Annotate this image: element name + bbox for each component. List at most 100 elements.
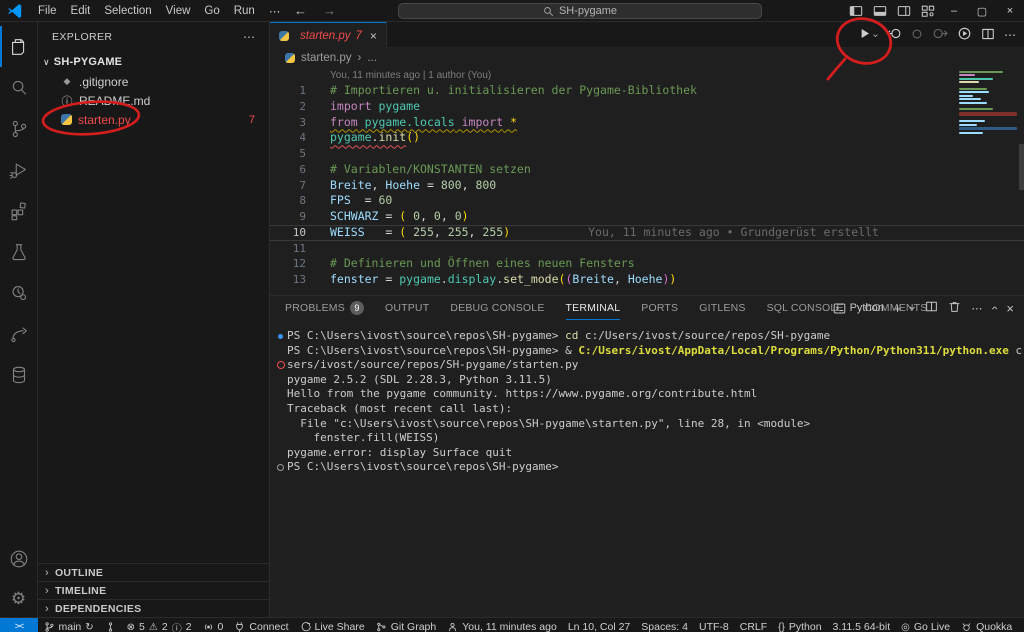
code-line: 11 [270,241,1024,257]
split-terminal-icon[interactable] [925,300,938,316]
new-terminal-icon[interactable]: + [894,301,902,316]
menu-overflow[interactable]: ⋯ [262,4,288,18]
menu-item[interactable]: Run [227,5,262,17]
line-number: 9 [270,209,316,225]
menu-item[interactable]: View [159,5,198,17]
run-button[interactable] [858,27,871,43]
split-editor-icon[interactable] [981,27,995,44]
close-panel-icon[interactable]: × [1006,301,1014,316]
quokka-button[interactable]: Quokka [956,619,1018,632]
live-share-icon[interactable] [0,313,38,354]
code-token: init [378,130,406,144]
file-item[interactable]: README.md [38,91,269,110]
cursor-position[interactable]: Ln 10, Col 27 [562,619,635,632]
code-token: * [510,115,517,129]
settings-gear-icon[interactable]: ⚙ [0,579,38,617]
terminal-line: PS C:\Users\ivost\source\repos\SH-pygame… [274,460,1024,475]
explorer-icon[interactable] [0,26,38,67]
menu-item[interactable]: Go [197,5,226,17]
testing-icon[interactable] [0,231,38,272]
panel-tab[interactable]: DEBUG CONSOLE [450,296,544,320]
minimap[interactable] [959,71,1017,134]
tab-bar: starten.py 7 × › ⋯ [270,22,1024,48]
broadcast-status[interactable]: 0 [197,619,229,632]
gitlens-icon[interactable] [99,619,121,632]
blame-status[interactable]: You, 11 minutes ago [442,619,563,632]
more-actions-icon[interactable]: ⋯ [243,30,255,44]
more-actions-icon[interactable]: ⋯ [1004,28,1016,42]
code-token: , [372,178,386,192]
extensions-icon[interactable] [0,190,38,231]
terminal-token: pygame 2.5.2 (SDL 2.28.3, Python 3.11.5) [287,373,552,386]
codelens-blame[interactable]: You, 11 minutes ago | 1 author (You) [270,68,1024,83]
toggle-panel-icon[interactable] [868,4,892,18]
menu-item[interactable]: File [31,5,64,17]
run-dropdown-icon[interactable]: › [870,33,881,36]
maximize-panel-icon[interactable]: › [987,306,1001,310]
code-token: = [378,272,399,286]
notifications-bell-icon[interactable] [1018,619,1024,632]
kill-terminal-icon[interactable] [948,300,961,316]
live-share-button[interactable]: Live Share [294,619,370,632]
code-token: You, 11 minutes ago • Grundgerüst erstel… [588,225,879,239]
code-editor[interactable]: You, 11 minutes ago | 1 author (You) 1 #… [270,68,1024,295]
breadcrumb[interactable]: starten.py › ... [270,48,1024,68]
breadcrumb-symbol[interactable]: ... [367,52,377,64]
git-graph-button[interactable]: Git Graph [370,619,442,632]
problems-status[interactable]: ⊗5 ⚠2 ⓘ2 [121,619,197,632]
nav-forward-icon[interactable]: → [323,3,336,18]
panel-tab[interactable]: TERMINAL [566,296,621,320]
panel-tab[interactable]: PROBLEMS 9 [285,296,364,320]
sidebar-section-header[interactable]: › DEPENDENCIES [38,599,269,617]
branch-status[interactable]: main ↻ [38,619,99,632]
source-control-icon[interactable] [0,108,38,149]
sidebar-section-header[interactable]: › OUTLINE [38,563,269,581]
tab-starten-py[interactable]: starten.py 7 × [270,22,387,48]
python-interpreter[interactable]: 3.11.5 64-bit [827,619,896,632]
toggle-secondary-sidebar-icon[interactable] [892,4,916,18]
eol-status[interactable]: CRLF [734,619,772,632]
toggle-sidebar-icon[interactable] [844,4,868,18]
scrollbar-thumb[interactable] [1019,144,1024,190]
terminal-line: pygame 2.5.2 (SDL 2.28.3, Python 3.11.5) [274,373,1024,388]
terminal[interactable]: PS C:\Users\ivost\source\repos\SH-pygame… [270,320,1024,617]
customize-layout-icon[interactable] [916,4,940,18]
nav-back-icon[interactable]: ← [294,3,307,18]
code-token: , [462,178,476,192]
run-file-icon[interactable] [957,26,972,44]
search-icon[interactable] [0,67,38,108]
close-icon[interactable]: × [370,29,377,43]
code-line: 2 import pygame [270,99,1024,115]
sidebar-section-header[interactable]: › TIMELINE [38,581,269,599]
sql-connect-button[interactable]: Connect [229,619,294,632]
encoding-status[interactable]: UTF-8 [693,619,734,632]
indentation-status[interactable]: Spaces: 4 [636,619,694,632]
folder-root[interactable]: ∨ SH-PYGAME [38,52,269,72]
language-mode[interactable]: {} Python [773,619,827,632]
gitlens-inspect-icon[interactable] [0,272,38,313]
command-center-search[interactable]: SH-pygame [398,3,762,19]
terminal-shell-icon[interactable]: Python [833,302,884,315]
breadcrumb-file[interactable]: starten.py [301,52,352,64]
account-icon[interactable] [0,538,38,579]
file-item[interactable]: starten.py 7 [38,110,269,129]
go-live-button[interactable]: ◎ Go Live [896,619,956,632]
more-actions-icon[interactable]: ⋯ [971,302,982,315]
file-item[interactable]: .gitignore [38,72,269,91]
run-and-debug-icon[interactable] [0,149,38,190]
database-icon[interactable] [0,354,38,395]
close-button[interactable]: × [996,5,1024,17]
terminal-dropdown-icon[interactable]: › [906,306,920,310]
run-above-icon [910,27,924,44]
maximize-button[interactable]: ▢ [968,5,996,18]
menu-item[interactable]: Selection [97,5,158,17]
search-value: SH-pygame [559,5,617,17]
minimize-button[interactable]: – [940,5,968,17]
panel-tab[interactable]: OUTPUT [385,296,429,320]
menu-item[interactable]: Edit [64,5,98,17]
interactive-window-icon[interactable] [886,26,901,44]
panel-tab[interactable]: GITLENS [699,296,745,320]
bottom-panel: PROBLEMS 9 OUTPUT DEBUG CONSOLE T [270,295,1024,617]
remote-indicator[interactable]: >< [0,618,38,632]
panel-tab[interactable]: PORTS [641,296,678,320]
